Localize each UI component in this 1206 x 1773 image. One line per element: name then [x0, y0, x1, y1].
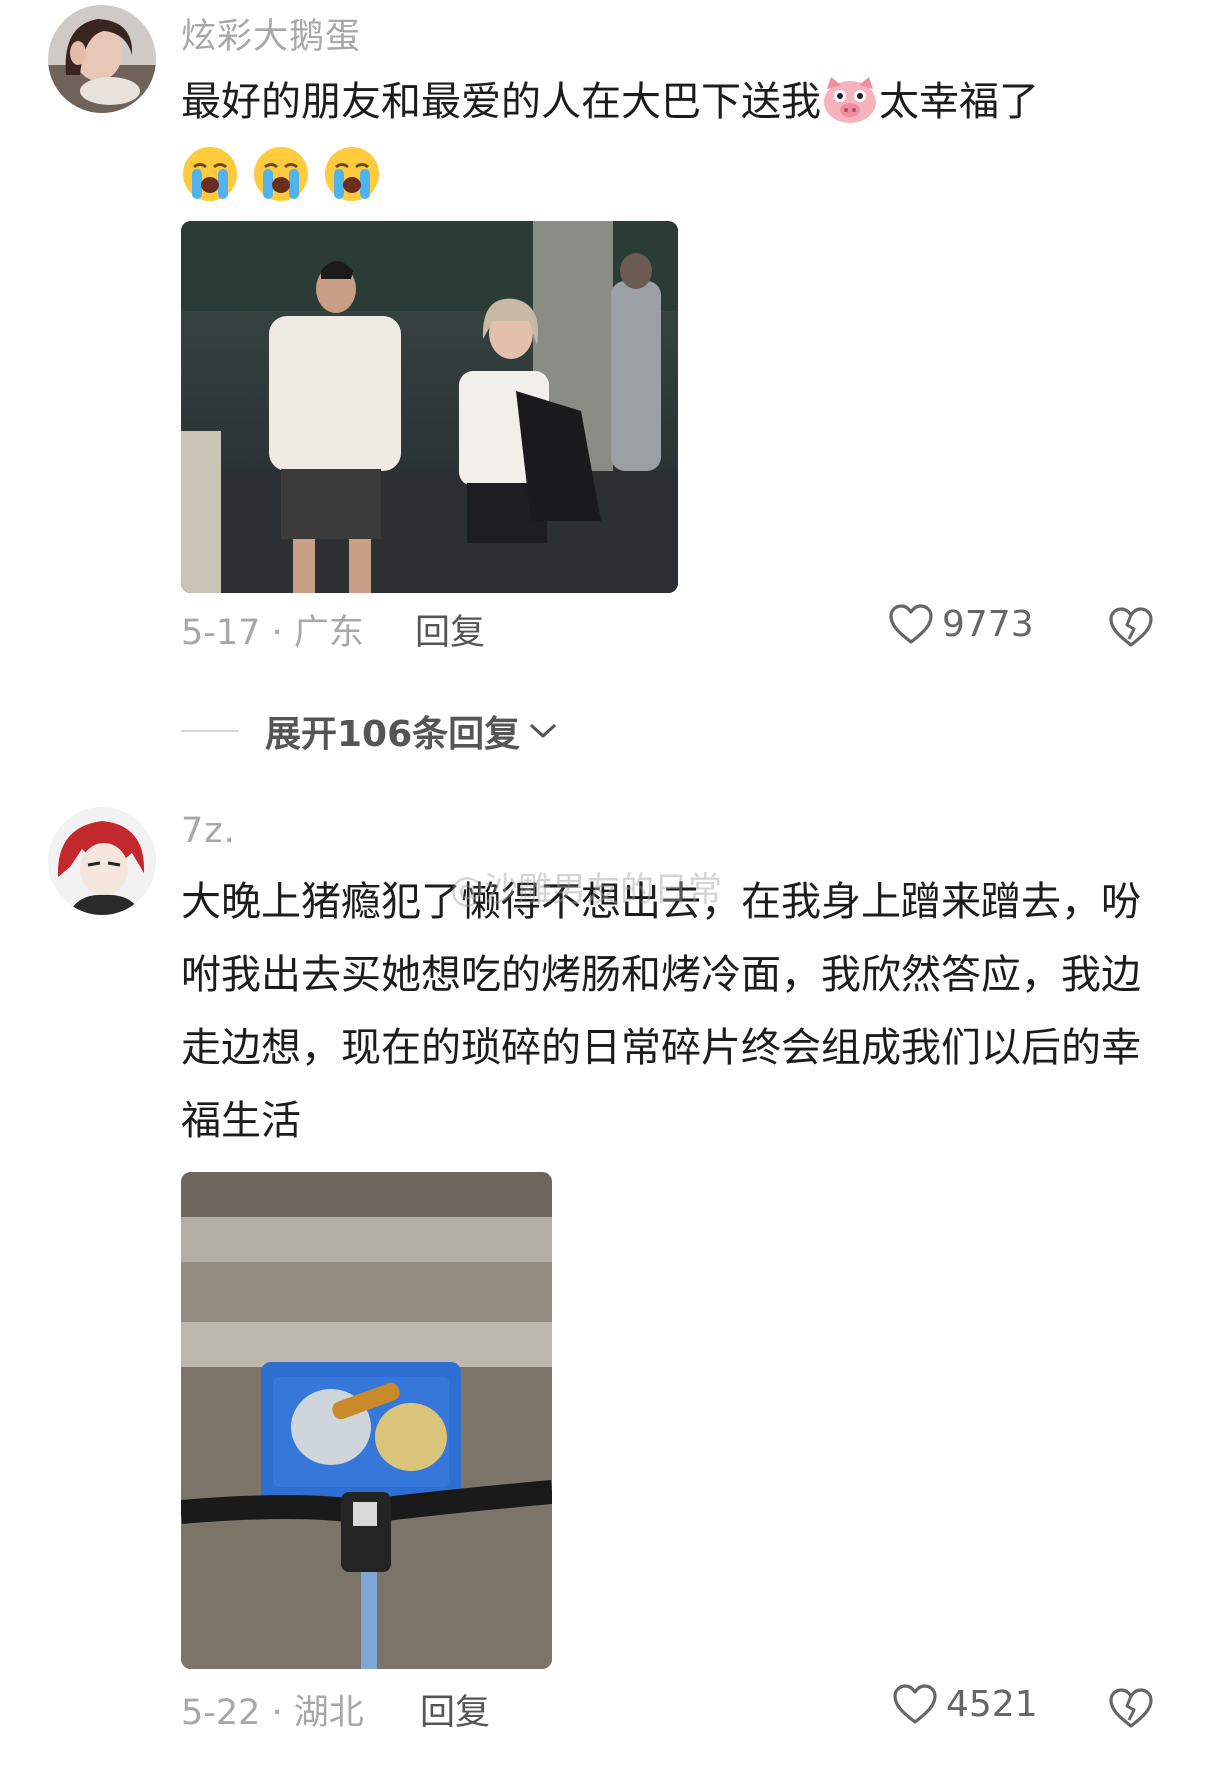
- loudly-crying-face-icon: [181, 145, 239, 203]
- expand-replies-button[interactable]: 展开106条回复: [181, 705, 558, 757]
- expand-replies-label: 展开106条回复: [265, 714, 521, 755]
- avatar[interactable]: [48, 807, 156, 915]
- username[interactable]: 7z.: [181, 811, 236, 851]
- heart-icon: [889, 604, 933, 644]
- like-count: 9773: [942, 603, 1034, 645]
- like-button[interactable]: 9773: [888, 603, 1034, 645]
- date-location: 5-22 · 湖北: [181, 1693, 364, 1733]
- username[interactable]: 炫彩大鹅蛋: [181, 8, 361, 59]
- comment-feed: 炫彩大鹅蛋 最好的朋友和最爱的人在大巴下送我 太幸福了 5-17 · 广东 回复…: [0, 0, 1206, 1773]
- pig-face-icon: [821, 75, 879, 125]
- avatar[interactable]: [48, 5, 156, 113]
- loudly-crying-face-icon: [252, 145, 310, 203]
- emoji-row: [181, 145, 389, 201]
- like-button[interactable]: 4521: [892, 1683, 1038, 1725]
- chevron-down-icon: [530, 724, 556, 738]
- comment-text: 大晚上猪瘾犯了懒得不想出去，在我身上蹭来蹭去，吩咐我出去买她想吃的烤肠和烤冷面，…: [181, 879, 1141, 1144]
- date-location: 5-17 · 广东: [181, 613, 364, 653]
- broken-heart-icon[interactable]: [1108, 1686, 1154, 1730]
- broken-heart-icon[interactable]: [1108, 605, 1154, 649]
- divider: [181, 730, 239, 732]
- comment-photo[interactable]: [181, 221, 678, 593]
- like-count: 4521: [946, 1683, 1038, 1725]
- comment-text-part: 太幸福了: [879, 79, 1039, 125]
- reply-button[interactable]: 回复: [415, 604, 485, 655]
- comment-photo[interactable]: [181, 1172, 552, 1669]
- comment-text: 最好的朋友和最爱的人在大巴下送我 太幸福了: [181, 66, 1171, 139]
- heart-icon: [893, 1684, 937, 1724]
- reply-button[interactable]: 回复: [420, 1684, 490, 1735]
- loudly-crying-face-icon: [323, 145, 381, 203]
- comment-text-part: 最好的朋友和最爱的人在大巴下送我: [181, 79, 821, 125]
